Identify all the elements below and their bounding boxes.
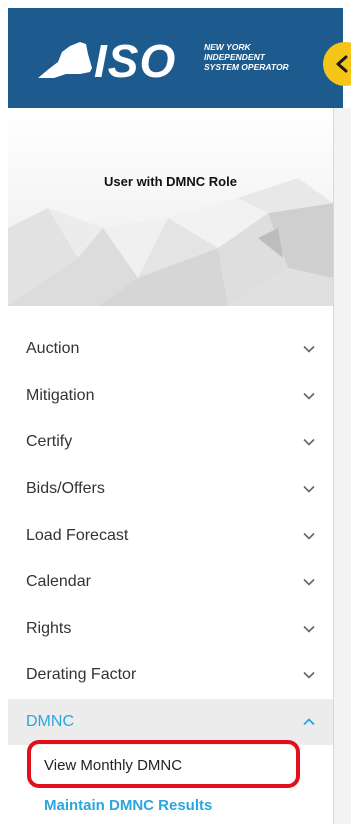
new-york-state-icon — [38, 42, 92, 78]
polygon-background-pattern — [8, 178, 333, 306]
sidebar-item-certify[interactable]: Certify — [8, 419, 333, 466]
collapse-sidebar-button[interactable] — [323, 42, 351, 86]
app-header: ISO NEW YORK INDEPENDENT SYSTEM OPERATOR — [8, 8, 351, 108]
chevron-down-icon — [303, 532, 315, 540]
sidebar-item-dmnc[interactable]: DMNC — [8, 698, 333, 746]
sidebar-item-bids-offers[interactable]: Bids/Offers — [8, 466, 333, 513]
sidebar-item-label: Bids/Offers — [26, 480, 105, 498]
chevron-down-icon — [303, 486, 315, 493]
chevron-left-icon — [336, 55, 348, 73]
submenu-item-label: Maintain DMNC Results — [44, 796, 213, 814]
sidebar-item-auction[interactable]: Auction — [8, 326, 333, 373]
submenu-item-label: View Monthly DMNC — [44, 756, 183, 774]
nyiso-logo[interactable]: ISO NEW YORK INDEPENDENT SYSTEM OPERATOR — [36, 35, 306, 87]
sidebar-item-label: Calendar — [26, 573, 91, 591]
sidebar-item-label: DMNC — [26, 713, 74, 731]
sidebar-divider — [333, 108, 334, 824]
sidebar-item-calendar[interactable]: Calendar — [8, 559, 333, 606]
sidebar-menu: Auction Mitigation Certify Bids/Offers L… — [8, 326, 333, 825]
sidebar-item-rights[interactable]: Rights — [8, 606, 333, 653]
submenu-item-view-monthly-dmnc[interactable]: View Monthly DMNC — [8, 745, 333, 785]
user-profile-panel: User with DMNC Role — [8, 108, 333, 306]
chevron-down-icon — [303, 439, 315, 447]
chevron-down-icon — [303, 346, 315, 353]
sidebar-scrollbar[interactable] — [334, 108, 351, 824]
sidebar-item-derating-factor[interactable]: Derating Factor — [8, 652, 333, 699]
sidebar-item-label: Auction — [26, 340, 80, 358]
sidebar-item-label: Load Forecast — [26, 526, 129, 544]
sidebar-item-label: Mitigation — [26, 386, 95, 404]
logo-wordmark: ISO — [94, 35, 177, 87]
sidebar-item-label: Derating Factor — [26, 666, 137, 684]
sidebar-item-mitigation[interactable]: Mitigation — [8, 373, 333, 420]
user-role-label: User with DMNC Role — [104, 174, 237, 189]
chevron-down-icon — [303, 625, 315, 633]
sidebar-item-load-forecast[interactable]: Load Forecast — [8, 512, 333, 559]
chevron-up-icon — [303, 718, 315, 726]
sidebar-item-label: Rights — [26, 619, 72, 637]
chevron-down-icon — [303, 672, 315, 680]
sidebar-item-label: Certify — [26, 433, 73, 451]
chevron-down-icon — [303, 579, 315, 586]
logo-subtitle: NEW YORK INDEPENDENT SYSTEM OPERATOR — [204, 42, 289, 72]
chevron-down-icon — [303, 392, 315, 400]
submenu-item-maintain-dmnc-results[interactable]: Maintain DMNC Results — [8, 785, 333, 825]
